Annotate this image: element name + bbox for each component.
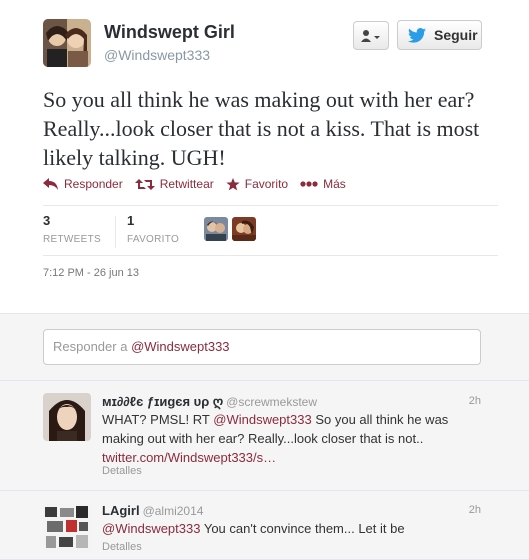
author-username[interactable]: @Windswept333: [104, 47, 210, 63]
reply-avatar[interactable]: [43, 393, 91, 441]
reply-text: WHAT? PMSL! RT @Windswept333 So you all …: [102, 410, 492, 467]
retweets-count: 3: [43, 213, 51, 228]
reply-author-name[interactable]: LAgirl: [102, 503, 140, 518]
retweets-stat[interactable]: 3 RETWEETS: [43, 213, 101, 245]
reply-author-name[interactable]: ᴍɪ∂∂ℓє ƒɪиgєя υρ ღ: [102, 394, 223, 409]
reply-header: LAgirl @almi2014: [102, 503, 203, 518]
twitter-bird-icon: [408, 27, 426, 43]
favorites-count: 1: [127, 213, 135, 228]
reply-time[interactable]: 2h: [469, 504, 481, 516]
more-dots-icon: [300, 181, 318, 187]
author-fullname[interactable]: Windswept Girl: [104, 22, 235, 43]
reply-text: @Windswept333 You can't convince them...…: [102, 519, 492, 538]
reply-action[interactable]: Responder: [43, 177, 123, 191]
stats-divider: [115, 216, 116, 248]
favorites-stat[interactable]: 1 FAVORITO: [127, 213, 179, 245]
reply-item[interactable]: LAgirl @almi2014 2h @Windswept333 You can…: [0, 491, 529, 560]
reply-item[interactable]: ᴍɪ∂∂ℓє ƒɪиgєя υρ ღ @screwmekstew 2h WHAT?…: [0, 381, 529, 491]
reply-mention-link[interactable]: @Windswept333: [213, 412, 311, 427]
retweet-icon: [134, 178, 155, 190]
tweet-actions: Responder Retwittear Favorito Más: [43, 177, 358, 191]
favorites-label: FAVORITO: [127, 234, 180, 245]
author-avatar[interactable]: [43, 19, 91, 67]
reply-time[interactable]: 2h: [469, 395, 481, 407]
more-label: Más: [323, 177, 346, 191]
favorite-label: Favorito: [244, 177, 289, 191]
tweet-text: So you all think he was making out with …: [43, 87, 480, 170]
follow-button[interactable]: Seguir: [397, 20, 482, 50]
reply-header: ᴍɪ∂∂ℓє ƒɪиgєя υρ ღ @screwmekstew: [102, 394, 317, 410]
retweets-label: RETWEETS: [43, 234, 101, 245]
reply-url-link[interactable]: twitter.com/Windswept333/s…: [102, 450, 276, 465]
reply-label: Responder: [64, 177, 123, 191]
favoriter-avatar[interactable]: [204, 217, 228, 241]
reply-details-link[interactable]: Detalles: [102, 541, 142, 553]
user-actions-button[interactable]: [353, 21, 389, 50]
reply-mention-link[interactable]: @Windswept333: [102, 521, 200, 536]
reply-author-handle[interactable]: @almi2014: [143, 504, 204, 518]
reply-area: Responder a @Windswept333: [0, 313, 529, 381]
retweet-label: Retwittear: [159, 177, 214, 191]
reply-text-body: You can't convince them... Let it be: [200, 521, 405, 536]
reply-author-handle[interactable]: @screwmekstew: [226, 395, 317, 409]
user-dropdown-icon: [361, 29, 380, 42]
reply-input-prefix: Responder a: [53, 339, 132, 354]
favorite-action[interactable]: Favorito: [226, 177, 288, 191]
follow-label: Seguir: [434, 27, 478, 43]
favoriters-avatars: [204, 217, 256, 241]
reply-icon: [43, 178, 58, 190]
star-icon: [226, 177, 240, 190]
main-tweet: Windswept Girl @Windswept333 Seguir So y…: [0, 0, 529, 313]
reply-input-mention: @Windswept333: [131, 339, 230, 354]
tweet-timestamp[interactable]: 7:12 PM - 26 jun 13: [43, 267, 139, 279]
tweet-stats: 3 RETWEETS 1 FAVORITO: [43, 205, 498, 256]
reply-details-link[interactable]: Detalles: [102, 465, 142, 477]
more-action[interactable]: Más: [300, 177, 346, 191]
reply-input[interactable]: Responder a @Windswept333: [43, 329, 481, 365]
reply-text-prefix: WHAT? PMSL! RT: [102, 412, 214, 427]
reply-avatar[interactable]: [43, 504, 91, 552]
retweet-action[interactable]: Retwittear: [134, 177, 214, 191]
favoriter-avatar[interactable]: [232, 217, 256, 241]
